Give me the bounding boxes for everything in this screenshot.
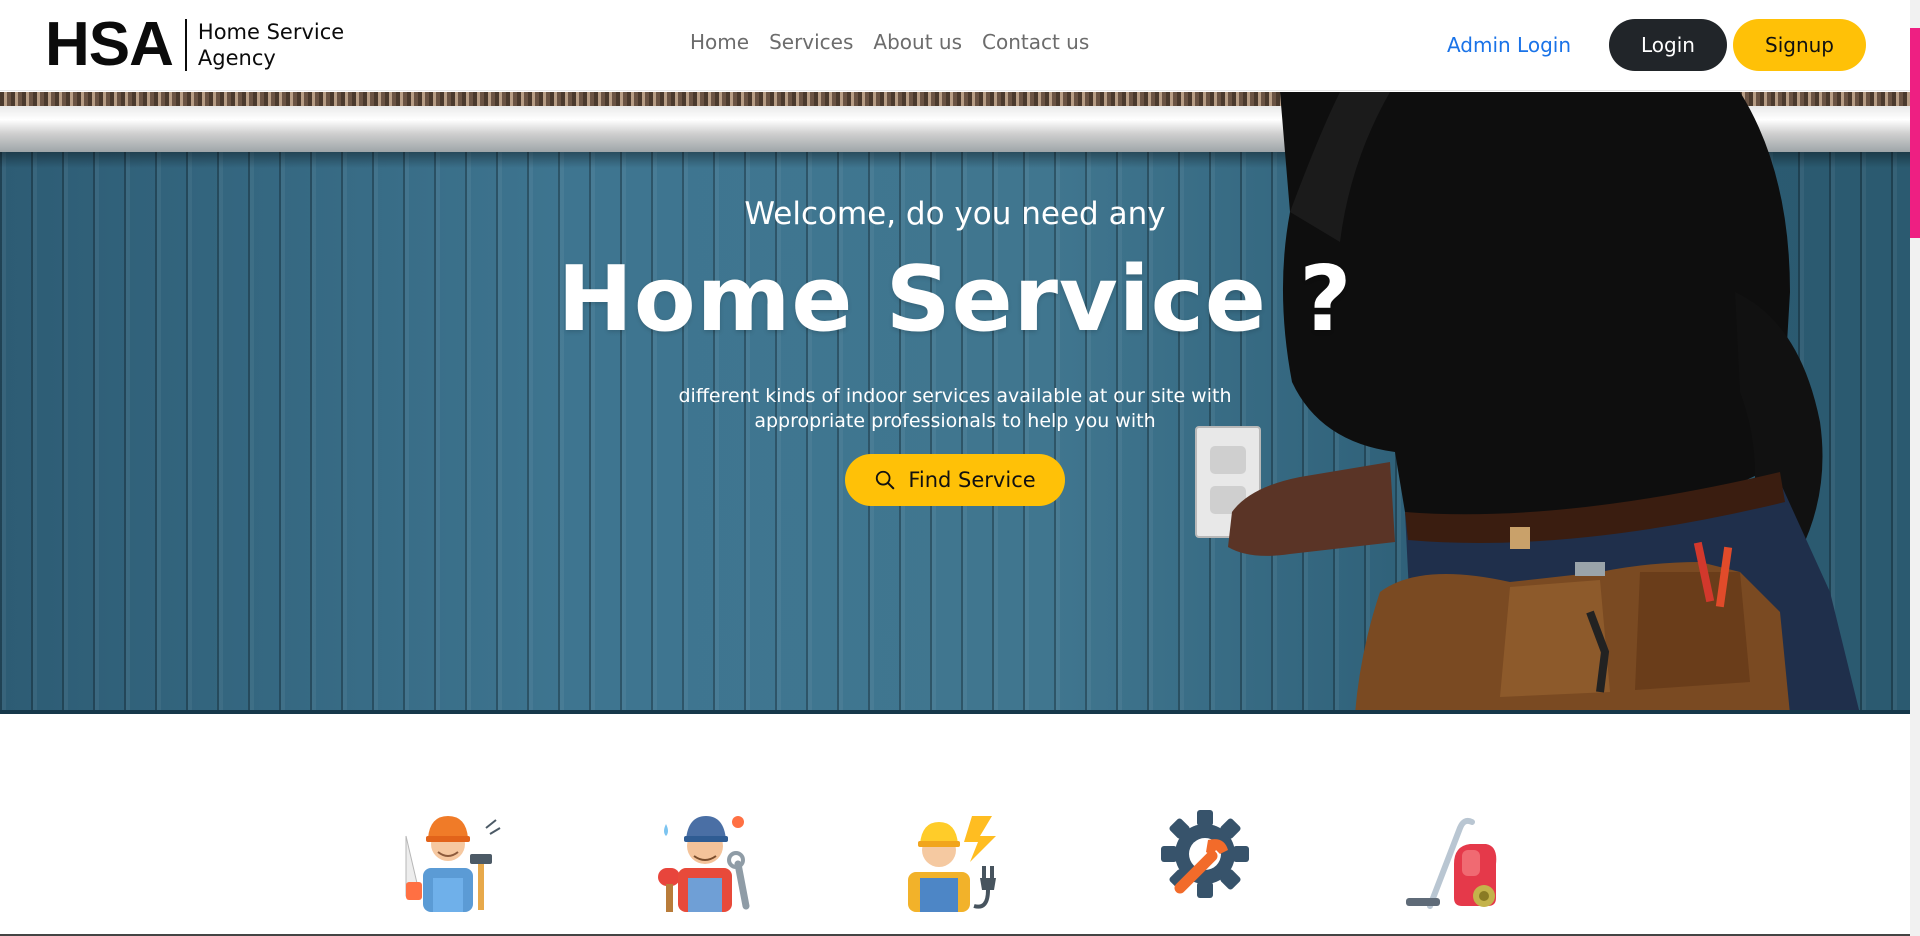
- hero-eyebrow: Welcome, do you need any: [744, 196, 1166, 232]
- nav-actions: Admin Login Login Signup: [1447, 19, 1866, 71]
- main-nav: Home Services About us Contact us: [690, 30, 1089, 54]
- services-strip: [0, 714, 1910, 936]
- find-service-label: Find Service: [908, 468, 1036, 492]
- signup-button[interactable]: Signup: [1733, 19, 1866, 71]
- page: HSA Home Service Agency Home Services Ab…: [0, 0, 1920, 936]
- admin-login-link[interactable]: Admin Login: [1447, 33, 1571, 57]
- scrollbar-thumb[interactable]: [1910, 28, 1920, 238]
- nav-link-about[interactable]: About us: [873, 30, 962, 54]
- electrician-icon[interactable]: [900, 806, 1010, 916]
- navbar: HSA Home Service Agency Home Services Ab…: [0, 0, 1910, 91]
- hero-title: Home Service ?: [557, 247, 1353, 352]
- search-icon: [876, 470, 895, 490]
- nav-link-services[interactable]: Services: [769, 30, 853, 54]
- hero-section: Welcome, do you need any Home Service ? …: [0, 92, 1910, 714]
- hero-description: different kinds of indoor services avail…: [678, 385, 1232, 432]
- brand-mark: HSA: [45, 10, 174, 79]
- hero-content: Welcome, do you need any Home Service ? …: [0, 92, 1910, 714]
- nav-link-contact[interactable]: Contact us: [982, 30, 1089, 54]
- find-service-button[interactable]: Find Service: [845, 454, 1065, 506]
- repair-gear-icon[interactable]: [1150, 806, 1260, 916]
- vacuum-cleaner-icon[interactable]: [1400, 806, 1510, 916]
- brand-logo[interactable]: HSA Home Service Agency: [45, 10, 344, 79]
- nav-link-home[interactable]: Home: [690, 30, 749, 54]
- carpenter-icon[interactable]: [400, 806, 510, 916]
- login-button[interactable]: Login: [1609, 19, 1727, 71]
- brand-divider: [184, 19, 187, 71]
- brand-name: Home Service Agency: [198, 19, 344, 71]
- brand-line-2: Agency: [197, 46, 276, 70]
- plumber-icon[interactable]: [650, 806, 760, 916]
- brand-line-1: Home Service: [197, 20, 345, 44]
